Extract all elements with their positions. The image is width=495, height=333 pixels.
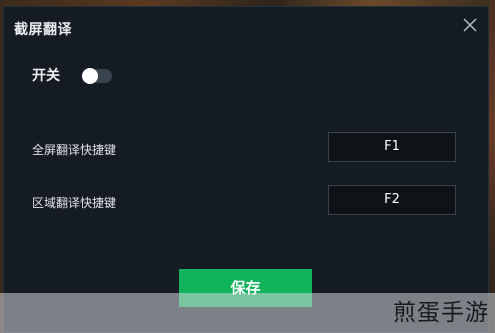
enable-toggle[interactable] bbox=[82, 68, 112, 84]
toggle-label: 开关 bbox=[32, 68, 60, 84]
region-hotkey-input[interactable]: F2 bbox=[328, 185, 456, 215]
close-icon[interactable] bbox=[462, 17, 478, 33]
screenshot-translate-dialog: 截屏翻译 开关 全屏翻译快捷键 F1 区域翻译快捷键 F2 保存 bbox=[3, 6, 489, 333]
fullscreen-hotkey-input[interactable]: F1 bbox=[328, 132, 456, 162]
game-background-right bbox=[489, 0, 495, 333]
watermark: 煎蛋手游 bbox=[393, 300, 489, 326]
fullscreen-hotkey-label: 全屏翻译快捷键 bbox=[32, 143, 117, 157]
region-hotkey-label: 区域翻译快捷键 bbox=[32, 196, 117, 210]
dialog-title: 截屏翻译 bbox=[14, 22, 72, 38]
toggle-knob bbox=[82, 68, 98, 84]
